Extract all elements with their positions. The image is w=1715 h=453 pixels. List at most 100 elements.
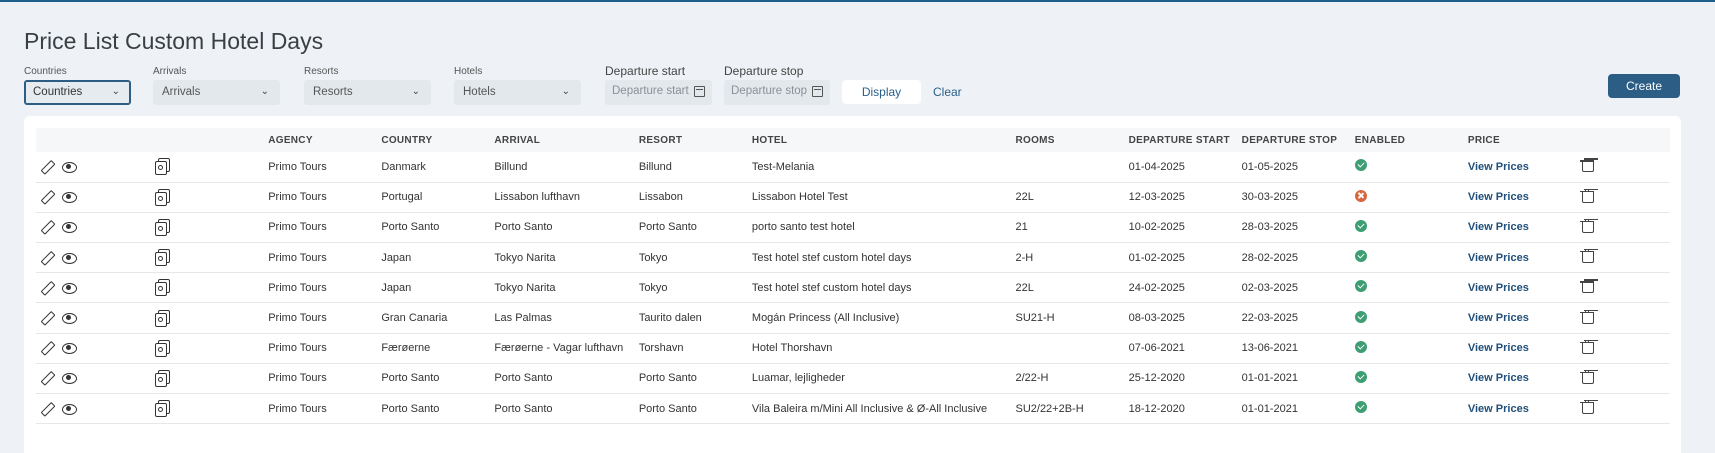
row-actions — [36, 152, 151, 182]
departure-start-filter: Departure start Departure start — [605, 64, 712, 105]
resorts-select[interactable]: Resorts ⌄ — [304, 80, 431, 105]
departure-start-cell: 01-04-2025 — [1128, 160, 1185, 173]
hotel-cell: Test-Melania — [751, 160, 815, 173]
trash-icon[interactable] — [1579, 218, 1594, 233]
view-prices-link[interactable]: View Prices — [1468, 221, 1529, 233]
hotel-header[interactable]: HOTEL — [748, 128, 1012, 152]
copy-icon[interactable] — [155, 279, 171, 297]
trash-icon[interactable] — [1579, 309, 1594, 324]
copy-icon[interactable] — [155, 188, 171, 206]
copy-icon[interactable] — [155, 400, 171, 418]
trash-icon[interactable] — [1579, 188, 1594, 203]
price-header[interactable]: PRICE — [1464, 128, 1577, 152]
copy-icon[interactable] — [155, 218, 171, 236]
hotels-filter: Hotels Hotels ⌄ — [454, 66, 581, 105]
price-list-table: AGENCY COUNTRY ARRIVAL RESORT HOTEL ROOM… — [36, 128, 1670, 424]
price-cell: View Prices — [1464, 333, 1577, 363]
edit-icon[interactable] — [37, 157, 57, 177]
countries-select[interactable]: Countries ⌄ — [24, 80, 131, 105]
agency-header[interactable]: AGENCY — [264, 128, 377, 152]
trash-icon[interactable] — [1579, 369, 1594, 384]
departure-stop-input[interactable]: Departure stop — [724, 80, 830, 105]
view-icon[interactable] — [62, 190, 77, 204]
view-prices-link[interactable]: View Prices — [1468, 252, 1529, 264]
arrivals-select[interactable]: Arrivals ⌄ — [153, 80, 280, 105]
row-copy — [151, 273, 264, 303]
edit-icon[interactable] — [37, 278, 57, 298]
copy-icon[interactable] — [155, 369, 171, 387]
row-actions — [36, 273, 151, 303]
view-prices-link[interactable]: View Prices — [1468, 161, 1529, 173]
hotels-select[interactable]: Hotels ⌄ — [454, 80, 581, 105]
resort-header[interactable]: RESORT — [635, 128, 748, 152]
clear-button[interactable]: Clear — [933, 80, 962, 104]
trash-icon[interactable] — [1579, 158, 1594, 173]
hotel-cell: porto santo test hotel — [751, 221, 855, 234]
calendar-icon[interactable] — [812, 86, 823, 97]
enabled-header[interactable]: ENABLED — [1351, 128, 1464, 152]
edit-icon[interactable] — [37, 338, 57, 358]
results-card: AGENCY COUNTRY ARRIVAL RESORT HOTEL ROOM… — [24, 116, 1681, 453]
edit-icon[interactable] — [37, 308, 57, 328]
delete-cell — [1577, 363, 1670, 393]
trash-icon[interactable] — [1579, 249, 1594, 264]
view-icon[interactable] — [62, 160, 77, 174]
trash-icon[interactable] — [1579, 279, 1594, 294]
view-prices-link[interactable]: View Prices — [1468, 342, 1529, 354]
check-circle-icon — [1354, 401, 1367, 414]
departure-start-header[interactable]: DEPARTURE START — [1125, 128, 1238, 152]
view-icon[interactable] — [62, 311, 77, 325]
view-prices-link[interactable]: View Prices — [1468, 282, 1529, 294]
delete-cell — [1577, 394, 1670, 424]
rooms-cell: 22L — [1015, 281, 1034, 294]
arrival-header[interactable]: ARRIVAL — [490, 128, 634, 152]
edit-icon[interactable] — [37, 187, 57, 207]
row-actions — [36, 333, 151, 363]
resort-cell: Tokyo — [638, 251, 668, 264]
resort-cell: Porto Santo — [638, 402, 697, 415]
edit-icon[interactable] — [37, 399, 57, 419]
x-circle-icon — [1354, 189, 1367, 202]
hotel-cell: Hotel Thorshavn — [751, 342, 833, 355]
view-prices-link[interactable]: View Prices — [1468, 403, 1529, 415]
calendar-icon[interactable] — [694, 86, 705, 97]
copy-icon[interactable] — [155, 249, 171, 267]
copy-icon[interactable] — [155, 158, 171, 176]
country-header[interactable]: COUNTRY — [377, 128, 490, 152]
country-cell: Porto Santo — [381, 372, 440, 385]
price-cell: View Prices — [1464, 394, 1577, 424]
enabled-cell — [1351, 273, 1464, 303]
view-icon[interactable] — [62, 402, 77, 416]
trash-icon[interactable] — [1579, 339, 1594, 354]
arrival-cell: Lissabon lufthavn — [494, 191, 581, 204]
trash-icon[interactable] — [1579, 400, 1594, 415]
view-icon[interactable] — [62, 371, 77, 385]
country-cell: Gran Canaria — [381, 312, 448, 325]
edit-icon[interactable] — [37, 218, 57, 238]
departure-start-cell: 25-12-2020 — [1128, 372, 1185, 385]
view-icon[interactable] — [62, 251, 77, 265]
display-button[interactable]: Display — [842, 80, 921, 104]
view-prices-link[interactable]: View Prices — [1468, 372, 1529, 384]
row-copy — [151, 152, 264, 182]
agency-cell: Primo Tours — [268, 251, 327, 264]
view-icon[interactable] — [62, 341, 77, 355]
agency-cell: Primo Tours — [268, 312, 327, 325]
view-icon[interactable] — [62, 281, 77, 295]
departure-start-cell: 24-02-2025 — [1128, 281, 1185, 294]
edit-icon[interactable] — [37, 248, 57, 268]
table-body: Primo Tours Danmark Billund Billund Test-Mel… — [36, 152, 1670, 424]
view-icon[interactable] — [62, 220, 77, 234]
create-button[interactable]: Create — [1608, 74, 1680, 98]
resort-cell: Porto Santo — [638, 372, 697, 385]
edit-icon[interactable] — [37, 369, 57, 389]
view-prices-link[interactable]: View Prices — [1468, 312, 1529, 324]
copy-icon[interactable] — [155, 309, 171, 327]
departure-start-input[interactable]: Departure start — [605, 80, 712, 105]
rooms-header[interactable]: ROOMS — [1011, 128, 1124, 152]
departure-stop-header[interactable]: DEPARTURE STOP — [1238, 128, 1351, 152]
view-prices-link[interactable]: View Prices — [1468, 191, 1529, 203]
resort-cell: Torshavn — [638, 342, 684, 355]
copy-icon[interactable] — [155, 339, 171, 357]
check-circle-icon — [1354, 370, 1367, 383]
